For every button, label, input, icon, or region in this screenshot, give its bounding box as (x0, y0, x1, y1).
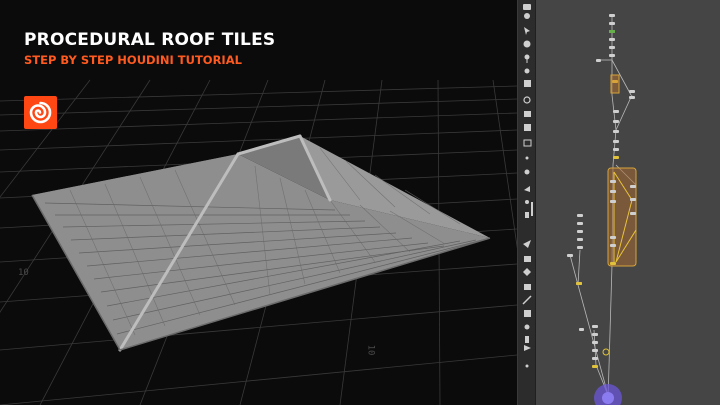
camera-icon (524, 256, 531, 262)
cursor-icon (525, 364, 529, 368)
flipbook-icon (524, 284, 531, 290)
brush-icon (525, 212, 529, 218)
grid-axis-label-bottom: 10 (365, 344, 376, 356)
handle-icon (524, 111, 531, 117)
ghost-icon (524, 169, 530, 175)
flag-icon (524, 345, 531, 351)
sticky-icon (524, 310, 531, 317)
point-icon (525, 200, 529, 204)
display-icon (525, 156, 529, 160)
tree-icon (525, 336, 529, 343)
sphere-icon (523, 40, 531, 48)
transform-icon (524, 80, 531, 87)
vector-icon (522, 295, 532, 305)
pin-icon (524, 54, 530, 63)
node-icon (524, 324, 530, 330)
viewport-toolbar (517, 0, 536, 405)
snap-icon (524, 124, 531, 131)
light-bulb-icon (524, 13, 530, 19)
network-box-small (610, 74, 620, 94)
select-icon (524, 68, 530, 74)
measure-icon (523, 240, 531, 248)
network-editor[interactable] (536, 0, 720, 405)
page-title: PROCEDURAL ROOF TILES (24, 30, 276, 50)
render-icon (523, 268, 531, 276)
scene-viewport[interactable]: 10 10 PROCEDURAL ROOF TILES STEP BY STEP… (0, 0, 517, 405)
lock-icon (523, 4, 531, 10)
paint-icon (531, 202, 533, 216)
title-block: PROCEDURAL ROOF TILES STEP BY STEP HOUDI… (24, 30, 275, 68)
rotate-icon (523, 96, 531, 104)
grid-axis-label-left: 10 (18, 268, 29, 278)
wire-icon (524, 186, 530, 192)
select-arrow-icon (524, 27, 530, 35)
houdini-logo-icon (24, 96, 57, 129)
page-subtitle: STEP BY STEP HOUDINI TUTORIAL (24, 53, 242, 67)
grid-icon (523, 139, 532, 147)
